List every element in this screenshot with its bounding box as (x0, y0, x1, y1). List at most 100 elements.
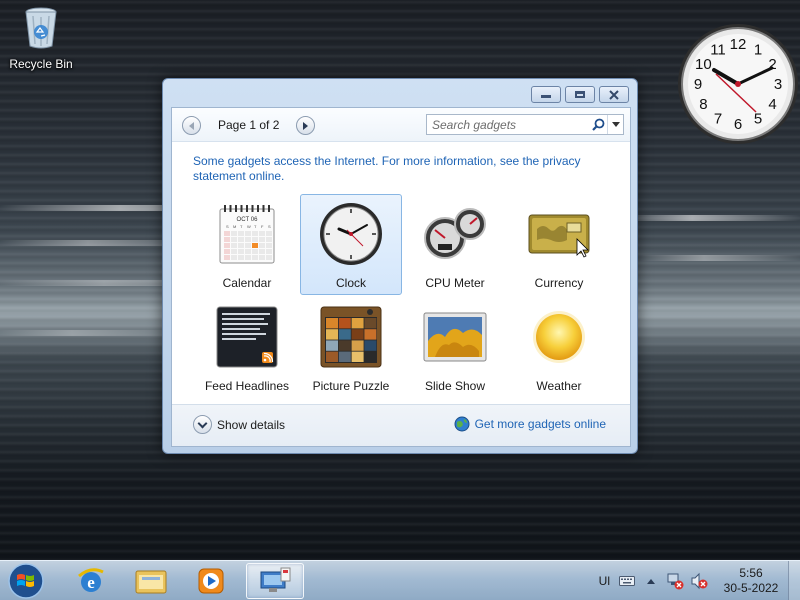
calendar-thumb-day (238, 231, 244, 236)
puzzle-tile (326, 351, 338, 362)
puzzle-tile (364, 318, 377, 329)
clock-numeral: 8 (699, 96, 707, 113)
weather-icon (533, 311, 585, 363)
next-page-button[interactable] (296, 116, 315, 135)
gadgets-app-icon (260, 567, 291, 592)
clock-icon (320, 203, 382, 265)
show-details-button[interactable]: Show details (193, 415, 285, 434)
calendar-thumb-day (266, 249, 272, 254)
gadget-label: Feed Headlines (204, 379, 290, 393)
puzzle-tile (338, 340, 351, 351)
wallpaper-streak (0, 330, 180, 336)
gadget-label: Slide Show (424, 379, 486, 393)
previous-page-button[interactable] (182, 116, 201, 135)
gadget-label: CPU Meter (425, 276, 485, 290)
calendar-thumb-day (238, 237, 244, 242)
feed-headlines-icon (216, 306, 278, 368)
calendar-thumb-day (252, 231, 258, 236)
calendar-spiral-ring (246, 205, 248, 212)
calendar-spiral-ring (257, 205, 259, 212)
gadget-tile-feed-headlines[interactable]: Feed Headlines (196, 297, 298, 398)
taskbar-internet-explorer[interactable]: e (62, 563, 120, 599)
calendar-thumb-day (224, 231, 230, 236)
gadget-tile-slide-show[interactable]: Slide Show (404, 297, 506, 398)
media-player-icon (198, 568, 224, 594)
calendar-thumb-day (259, 243, 265, 248)
clock-numeral: 11 (710, 41, 726, 58)
windows-explorer-icon (135, 570, 167, 594)
calendar-thumb-day (231, 231, 237, 236)
calendar-thumb-day (266, 231, 272, 236)
gadget-tile-cpu-meter[interactable]: CPU Meter (404, 194, 506, 295)
taskbar-windows-explorer[interactable] (122, 563, 180, 599)
language-indicator[interactable]: Ul (599, 574, 610, 588)
gadget-tile-weather[interactable]: Weather (508, 297, 610, 398)
calendar-thumb-day (259, 255, 265, 260)
system-tray: Ul 5:56 30-5-2022 (599, 561, 800, 600)
calendar-thumb-day (259, 249, 265, 254)
desktop-clock-gadget[interactable]: 12 1 2 3 4 5 6 7 8 9 10 11 (676, 22, 800, 146)
chevron-down-icon (611, 122, 620, 127)
calendar-thumb-weekday: S (226, 224, 229, 229)
wallpaper-streak (620, 215, 800, 221)
windows-start-icon (8, 563, 44, 599)
search-input[interactable] (427, 117, 589, 132)
window-controls (531, 86, 629, 103)
gadget-label: Currency (534, 276, 584, 290)
get-more-gadgets-label: Get more gadgets online (474, 417, 606, 431)
start-button[interactable] (6, 562, 46, 600)
taskbar-media-player[interactable] (182, 563, 240, 599)
calendar-thumb-day (252, 237, 258, 242)
calendar-thumb-day (259, 231, 265, 236)
taskbar-gadgets-app[interactable] (246, 563, 304, 599)
chevron-up-icon (647, 579, 655, 584)
desktop-icon-recycle-bin[interactable]: Recycle Bin (6, 6, 76, 71)
calendar-thumb-day (252, 243, 258, 248)
search-button[interactable] (589, 116, 607, 134)
arrow-left-icon (189, 121, 194, 130)
calendar-thumb-month: OCT 06 (237, 217, 259, 223)
calendar-icon: OCT 06 SMTWTFS (219, 205, 275, 264)
calendar-thumb-day (266, 237, 272, 242)
calendar-thumb-day (245, 237, 251, 242)
clock-numeral: 3 (774, 76, 782, 93)
tray-date: 30-5-2022 (723, 581, 779, 595)
show-desktop-button[interactable] (788, 561, 800, 600)
minimize-button[interactable] (531, 86, 561, 103)
network-button[interactable] (666, 572, 684, 590)
internet-privacy-notice: Some gadgets access the Internet. For mo… (193, 154, 613, 184)
gadget-tile-picture-puzzle[interactable]: Picture Puzzle (300, 297, 402, 398)
calendar-thumb-day (224, 243, 230, 248)
recycle-bin-icon (25, 7, 57, 49)
puzzle-tile (326, 340, 338, 351)
gadget-tile-calendar[interactable]: OCT 06 SMTWTFS Calendar (196, 194, 298, 295)
puzzle-tile (338, 329, 351, 340)
gallery-content: Page 1 of 2 Some gadgets access the Inte… (171, 107, 631, 447)
calendar-thumb-day (252, 255, 258, 260)
expand-chevron-icon (193, 415, 212, 434)
get-more-gadgets-link[interactable]: Get more gadgets online (454, 416, 606, 432)
search-options-dropdown[interactable] (607, 115, 623, 134)
gadget-gallery-window: Page 1 of 2 Some gadgets access the Inte… (162, 78, 638, 454)
calendar-thumb-day (245, 255, 251, 260)
gadget-tile-currency[interactable]: Currency (508, 194, 610, 295)
close-icon (609, 89, 619, 100)
restore-button[interactable] (565, 86, 595, 103)
picture-puzzle-icon (320, 306, 382, 368)
gadget-tile-clock[interactable]: Clock (300, 194, 402, 295)
desktop-icon-label: Recycle Bin (9, 57, 73, 71)
volume-button[interactable] (690, 572, 708, 590)
calendar-thumb-day (266, 255, 272, 260)
page-indicator: Page 1 of 2 (218, 118, 280, 132)
close-button[interactable] (599, 86, 629, 103)
show-hidden-icons-button[interactable] (642, 572, 660, 590)
keyboard-button[interactable] (618, 572, 636, 590)
calendar-thumb-day (231, 237, 237, 242)
calendar-thumb-day (224, 237, 230, 242)
calendar-thumb-weekday: M (233, 224, 236, 229)
currency-icon (528, 214, 590, 258)
calendar-spiral-ring (262, 205, 265, 212)
clock-numeral: 4 (768, 96, 776, 113)
search-icon (591, 118, 604, 131)
taskbar-clock[interactable]: 5:56 30-5-2022 (714, 566, 788, 596)
